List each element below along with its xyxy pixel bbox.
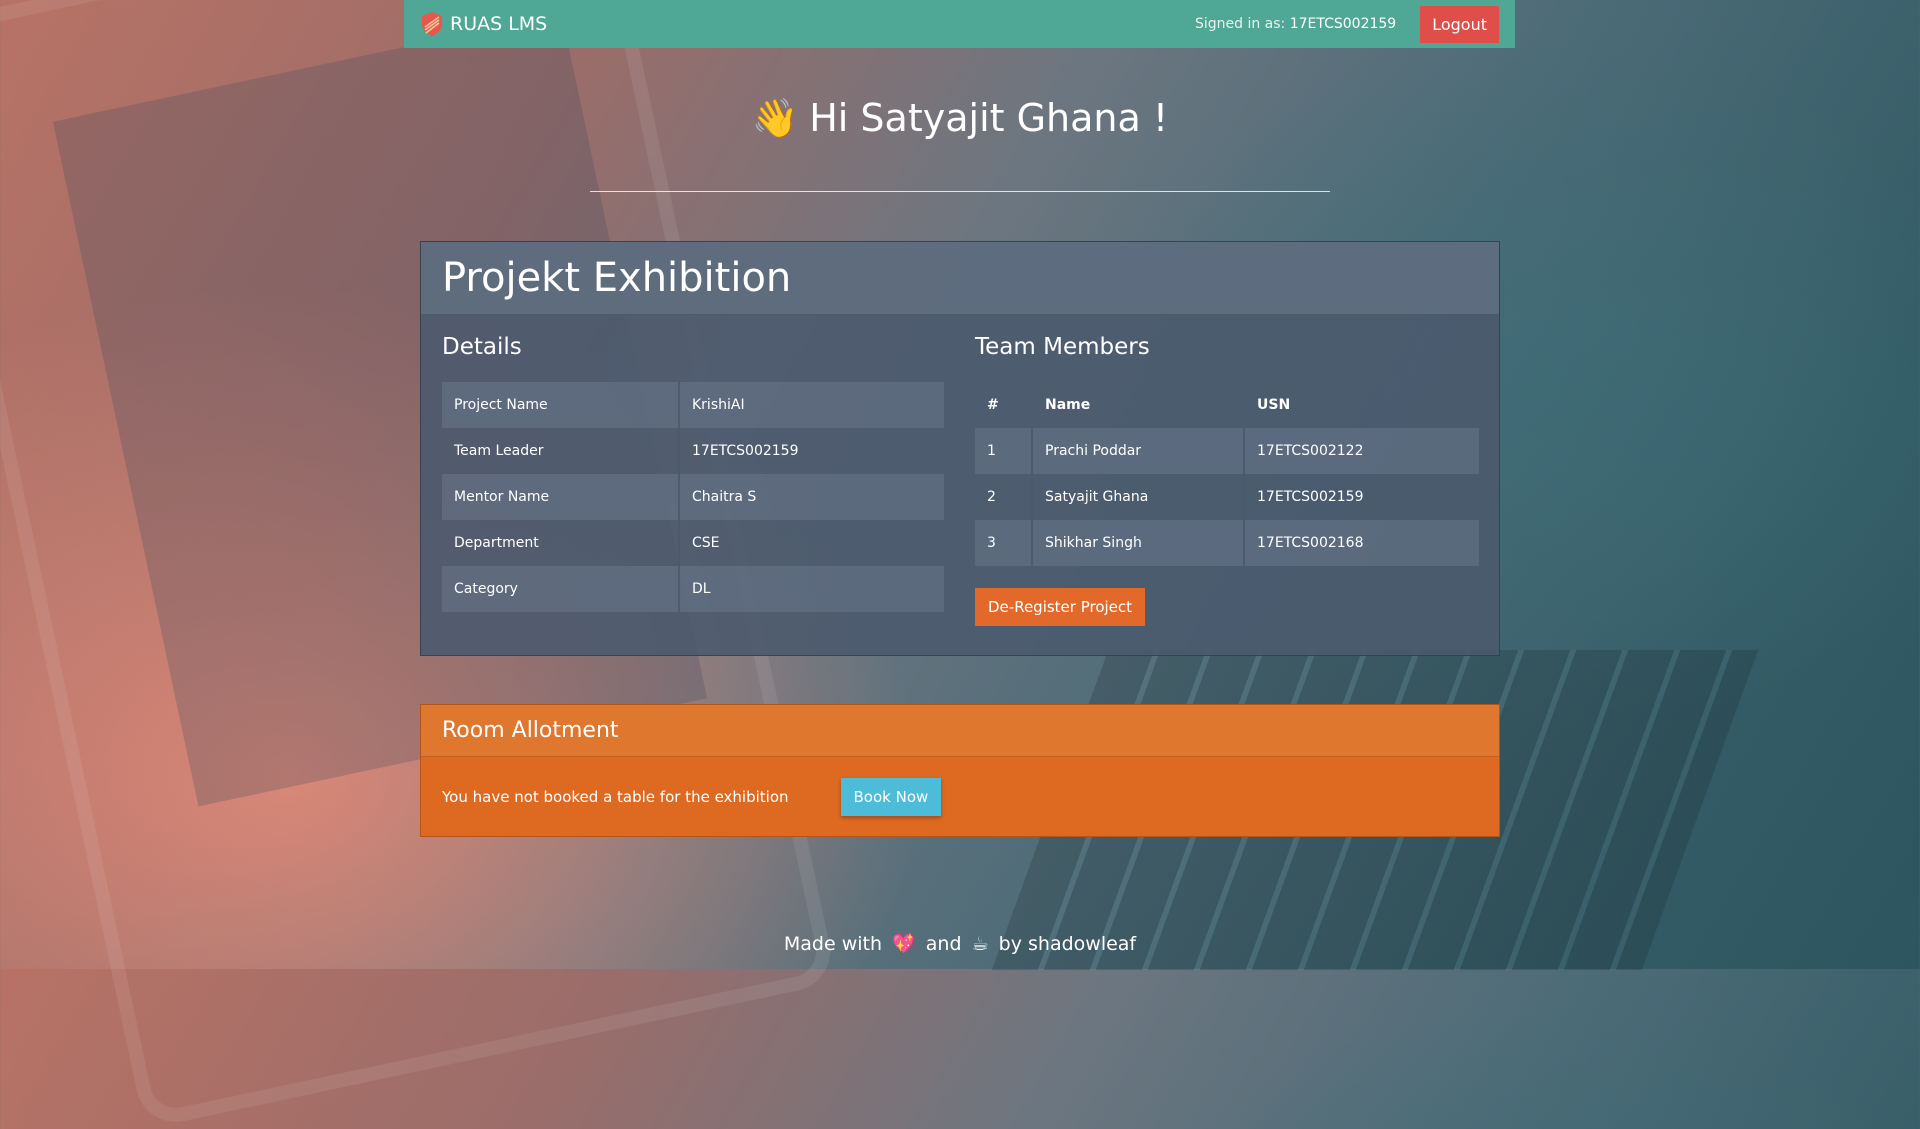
greeting-text: Hi Satyajit Ghana !: [809, 96, 1169, 140]
detail-value: DL: [680, 566, 944, 612]
detail-label: Category: [442, 566, 680, 612]
member-usn: 17ETCS002122: [1245, 428, 1479, 474]
room-allotment-card: Room Allotment You have not booked a tab…: [420, 704, 1500, 837]
details-table: Project Name KrishiAI Team Leader 17ETCS…: [442, 382, 944, 612]
signed-in-user: 17ETCS002159: [1289, 16, 1397, 32]
detail-label: Project Name: [442, 382, 680, 428]
room-allotment-message: You have not booked a table for the exhi…: [442, 788, 789, 806]
table-row: 2 Satyajit Ghana 17ETCS002159: [975, 474, 1479, 520]
ruas-logo-icon: [422, 12, 442, 36]
project-card: Projekt Exhibition Details Project Name …: [420, 241, 1500, 656]
footer-and: and: [925, 933, 962, 955]
deregister-project-button[interactable]: De-Register Project: [975, 588, 1146, 626]
details-section: Details Project Name KrishiAI Team Leade…: [442, 334, 944, 612]
table-row: Team Leader 17ETCS002159: [442, 428, 944, 474]
signed-in-label: Signed in as:: [1194, 16, 1286, 32]
brand[interactable]: RUAS LMS: [420, 11, 547, 37]
detail-label: Department: [442, 520, 680, 566]
greeting-divider: [590, 191, 1330, 192]
member-name: Prachi Poddar: [1033, 428, 1245, 474]
footer-by[interactable]: by shadowleaf: [999, 933, 1136, 955]
detail-value: KrishiAI: [680, 382, 944, 428]
detail-label: Team Leader: [442, 428, 680, 474]
table-row: Category DL: [442, 566, 944, 612]
heart-icon: 💖: [892, 933, 916, 955]
greeting-heading: 👋 Hi Satyajit Ghana !: [0, 96, 1920, 141]
footer: Made with 💖 and ☕ by shadowleaf: [0, 932, 1920, 955]
table-row: Department CSE: [442, 520, 944, 566]
top-navbar: RUAS LMS Signed in as: 17ETCS002159 Logo…: [404, 0, 1515, 48]
member-name: Satyajit Ghana: [1033, 474, 1245, 520]
coffee-icon: ☕: [971, 933, 989, 955]
member-usn: 17ETCS002159: [1257, 489, 1364, 505]
room-allotment-title: Room Allotment: [421, 705, 1499, 757]
table-row: 3 Shikhar Singh 17ETCS002168: [975, 520, 1479, 566]
member-name: Shikhar Singh: [1033, 520, 1245, 566]
signed-in-text: Signed in as: 17ETCS002159: [1195, 16, 1396, 32]
team-table: # Name USN 1 Prachi Poddar 17ETCS002122 …: [975, 382, 1479, 566]
team-header-name: Name: [1045, 397, 1091, 413]
logout-button[interactable]: Logout: [1420, 5, 1499, 43]
team-title: Team Members: [975, 334, 1150, 360]
team-section: Team Members # Name USN 1 Prachi Poddar …: [975, 334, 1479, 626]
member-num: 2: [975, 474, 1033, 520]
navbar-right: Signed in as: 17ETCS002159 Logout: [1195, 5, 1499, 43]
team-header-usn: USN: [1257, 397, 1291, 413]
member-num: 3: [975, 520, 1033, 566]
details-title: Details: [442, 334, 522, 360]
project-card-title: Projekt Exhibition: [421, 242, 1499, 315]
table-row: 1 Prachi Poddar 17ETCS002122: [975, 428, 1479, 474]
detail-value: 17ETCS002159: [692, 443, 799, 459]
table-header-row: # Name USN: [975, 382, 1479, 428]
team-header-num: #: [987, 397, 999, 413]
table-row: Project Name KrishiAI: [442, 382, 944, 428]
member-usn: 17ETCS002168: [1245, 520, 1479, 566]
detail-value: CSE: [692, 535, 720, 551]
brand-name: RUAS LMS: [450, 13, 548, 35]
room-allotment-body: You have not booked a table for the exhi…: [421, 757, 1499, 837]
book-now-button[interactable]: Book Now: [840, 778, 942, 816]
detail-value: Chaitra S: [680, 474, 944, 520]
footer-made-with: Made with: [783, 933, 883, 955]
waving-hand-icon: 👋: [751, 96, 800, 140]
table-row: Mentor Name Chaitra S: [442, 474, 944, 520]
member-num: 1: [975, 428, 1033, 474]
detail-label: Mentor Name: [442, 474, 680, 520]
